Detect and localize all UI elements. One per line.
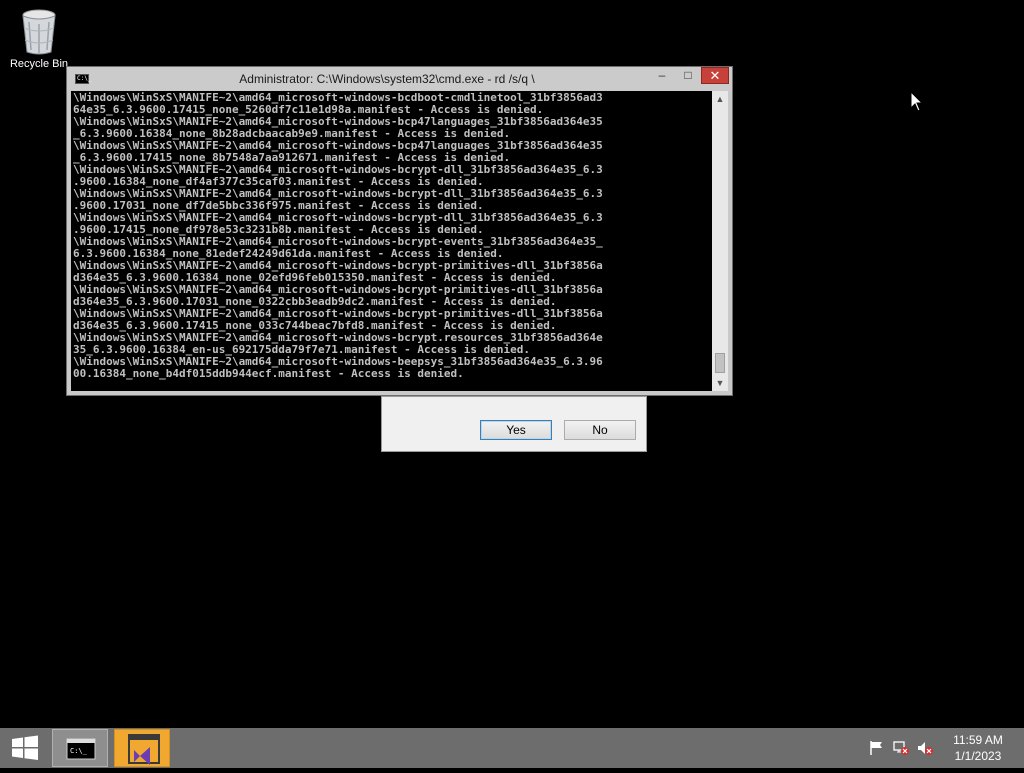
speaker-muted-icon[interactable] [916,740,934,756]
scrollbar-thumb[interactable] [715,353,725,373]
recycle-bin-shortcut[interactable]: Recycle Bin [6,8,72,70]
minimize-button[interactable]: – [649,67,675,84]
cmd-icon: C:\_ [66,738,96,760]
taskbar-cmd-button[interactable]: C:\_ [52,729,108,767]
cmd-titlebar[interactable]: C:\_ Administrator: C:\Windows\system32\… [67,67,732,91]
cmd-window-title: Administrator: C:\Windows\system32\cmd.e… [239,72,535,86]
maximize-button[interactable]: □ [675,67,701,84]
flag-icon[interactable] [868,740,886,756]
no-button[interactable]: No [564,420,636,440]
yes-button[interactable]: Yes [480,420,552,440]
recycle-bin-label: Recycle Bin [9,58,69,70]
windows-logo-icon [12,735,38,760]
scroll-up-arrow-icon[interactable]: ▲ [712,91,728,107]
console-text: \Windows\WinSxS\MANIFE~2\amd64_microsoft… [73,91,603,380]
clock-time: 11:59 AM [953,733,1003,747]
mouse-cursor-icon [910,90,924,113]
close-button[interactable]: ✕ [701,67,729,84]
start-button[interactable] [0,728,50,768]
scroll-down-arrow-icon[interactable]: ▼ [712,375,728,391]
svg-text:C:\_: C:\_ [70,747,88,755]
recycle-bin-icon [19,8,59,56]
clock-date: 1/1/2023 [954,749,1002,763]
console-output-area[interactable]: \Windows\WinSxS\MANIFE~2\amd64_microsoft… [71,91,712,391]
cmd-window: C:\_ Administrator: C:\Windows\system32\… [66,66,733,396]
desktop: Recycle Bin Yes No C:\_ Administrator: C… [0,0,1024,728]
confirm-dialog: Yes No [381,396,647,452]
taskbar: C:\_ 11:59 AM 1/1/2023 [0,728,1024,768]
taskbar-clock[interactable]: 11:59 AM 1/1/2023 [940,732,1016,764]
vertical-scrollbar[interactable]: ▲ ▼ [712,91,728,391]
taskbar-visual-studio-button[interactable] [114,729,170,767]
network-disconnected-icon[interactable] [892,740,910,756]
visual-studio-icon [128,734,160,765]
